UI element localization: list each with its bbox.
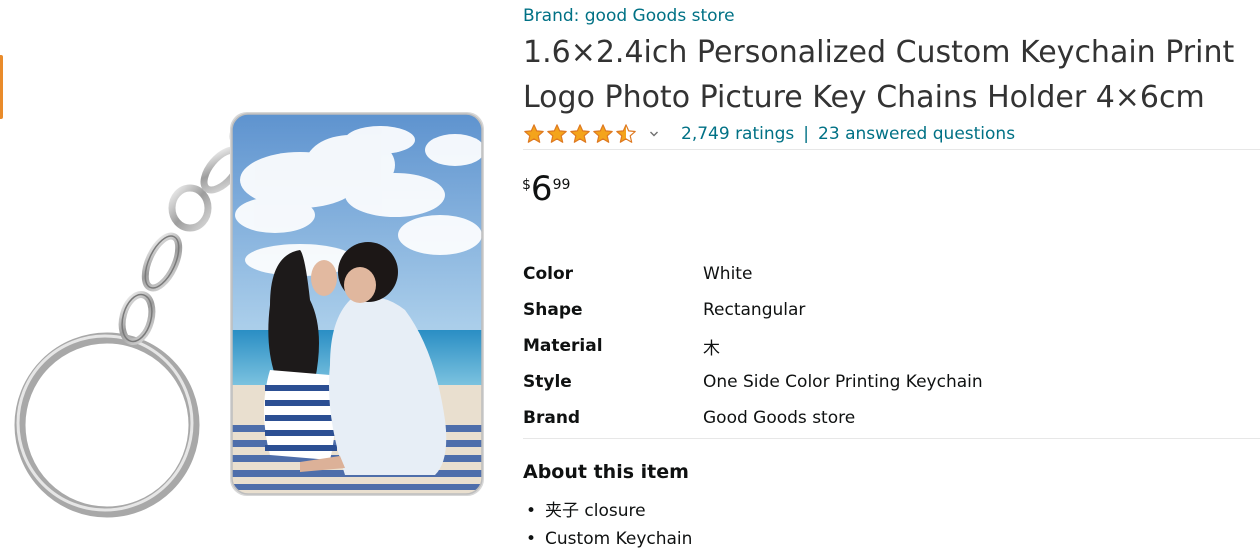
spec-value: Rectangular bbox=[703, 300, 806, 320]
spec-value: 木 bbox=[703, 338, 720, 359]
spec-label: Color bbox=[523, 264, 574, 284]
about-bullet: Custom Keychain bbox=[526, 525, 692, 553]
divider bbox=[523, 149, 1260, 150]
spec-row-color: Color White bbox=[523, 256, 1083, 292]
spec-row-material: Material 木 bbox=[523, 328, 1083, 364]
product-title: 1.6×2.4ich Personalized Custom Keychain … bbox=[523, 30, 1253, 120]
ratings-count-link[interactable]: 2,749 ratings bbox=[681, 124, 794, 144]
star-icon bbox=[547, 124, 567, 143]
divider bbox=[523, 438, 1260, 439]
answered-questions-link[interactable]: 23 answered questions bbox=[818, 124, 1015, 144]
spec-row-style: Style One Side Color Printing Keychain bbox=[523, 364, 1083, 400]
price: $699 bbox=[522, 172, 570, 206]
star-rating[interactable] bbox=[523, 123, 638, 145]
star-icon bbox=[570, 124, 590, 143]
spec-label: Shape bbox=[523, 300, 583, 320]
about-bullet: 夹子 closure bbox=[526, 497, 692, 525]
spec-value: Good Goods store bbox=[703, 408, 856, 428]
spec-value: One Side Color Printing Keychain bbox=[703, 372, 983, 392]
star-icon bbox=[593, 124, 613, 143]
about-bullet-list: 夹子 closure Custom Keychain bbox=[526, 497, 692, 553]
rating-row: 2,749 ratings | 23 answered questions bbox=[523, 121, 1015, 147]
spec-value: White bbox=[703, 264, 753, 284]
spec-row-shape: Shape Rectangular bbox=[523, 292, 1083, 328]
product-specs-table: Color White Shape Rectangular Material 木… bbox=[523, 256, 1083, 436]
brand-store-link[interactable]: Brand: good Goods store bbox=[523, 6, 735, 26]
product-title-line2: Logo Photo Picture Key Chains Holder 4×6… bbox=[523, 80, 1205, 115]
spec-label: Brand bbox=[523, 408, 581, 428]
price-symbol: $ bbox=[522, 177, 531, 193]
spec-row-brand: Brand Good Goods store bbox=[523, 400, 1083, 436]
price-whole: 6 bbox=[530, 169, 553, 209]
printed-photo bbox=[232, 114, 482, 494]
price-fraction: 99 bbox=[552, 177, 571, 193]
product-image[interactable] bbox=[0, 0, 505, 555]
rating-separator: | bbox=[803, 124, 810, 144]
spec-label: Style bbox=[523, 372, 572, 392]
about-this-item-heading: About this item bbox=[523, 461, 689, 483]
star-icon bbox=[524, 124, 544, 143]
star-icon bbox=[616, 124, 636, 143]
product-title-line1: 1.6×2.4ich Personalized Custom Keychain … bbox=[523, 35, 1235, 70]
chevron-down-icon[interactable] bbox=[649, 129, 659, 139]
spec-label: Material bbox=[523, 336, 603, 356]
